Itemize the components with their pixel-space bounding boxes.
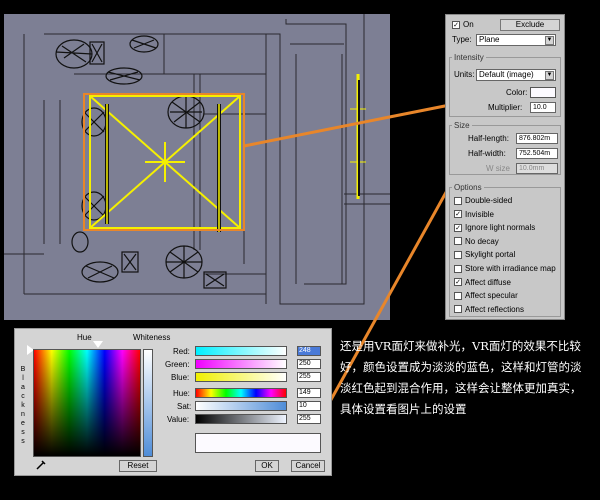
exclude-button[interactable]: Exclude [500,19,560,31]
color-label: Color: [506,88,528,97]
color-swatch[interactable] [530,87,556,98]
blue-slider[interactable] [195,372,287,382]
option-label: Ignore light normals [465,223,536,233]
option-label: Double-sided [465,196,513,205]
blue-label: Blue: [171,373,190,382]
units-dropdown[interactable]: Default (image) ▼ [476,69,556,81]
w-size-label: W size [486,164,510,173]
option-checkbox[interactable]: ✓ [454,223,462,232]
sat-input[interactable]: 10 [297,401,321,411]
type-label: Type: [452,35,472,44]
half-length-label: Half-length: [468,134,509,143]
w-size-input: 10.0mm [516,163,558,174]
hue-label: Hue [77,333,92,342]
light-parameters-panel: ✓ On Exclude Type: Plane ▼ Intensity Uni… [445,14,565,320]
whiteness-label: Whiteness [133,333,171,342]
option-checkbox[interactable]: ✓ [454,210,462,219]
chevron-down-icon: ▼ [545,71,554,80]
on-checkbox[interactable]: ✓ [452,20,460,29]
option-checkbox[interactable] [454,196,462,205]
type-dropdown[interactable]: Plane ▼ [476,34,556,46]
blue-input[interactable]: 255 [297,372,321,382]
color-picker-dialog: Hue Whiteness Blackness Red: 248 Green: … [14,328,332,476]
option-invisible[interactable]: ✓ Invisible [454,210,494,219]
option-ignore-light-normals[interactable]: ✓ Ignore light normals [454,223,535,232]
green-label: Green: [165,360,190,369]
option-affect-specular[interactable]: Affect specular [454,291,518,300]
option-checkbox[interactable] [454,305,462,314]
option-affect-reflections[interactable]: Affect reflections [454,305,524,314]
hue-input[interactable]: 149 [297,388,321,398]
half-width-label: Half-width: [468,149,506,158]
option-double-sided[interactable]: Double-sided [454,196,512,205]
option-no-decay[interactable]: No decay [454,237,499,246]
red-input[interactable]: 248 [297,346,321,356]
options-title: Options [452,183,484,192]
half-width-input[interactable]: 752.504m [516,148,558,159]
caption-text: 还是用VR面灯来做补光，VR面灯的效果不比较好，颜色设置成为淡淡的蓝色，这样和灯… [340,339,582,416]
red-slider[interactable] [195,346,287,356]
hue-row-label: Hue: [173,389,190,398]
option-label: Invisible [465,209,494,219]
whiteness-bar[interactable] [143,349,153,457]
option-checkbox[interactable] [454,250,462,259]
option-checkbox[interactable] [454,264,462,273]
option-checkbox[interactable] [454,237,462,246]
eyedropper-icon[interactable] [35,459,47,471]
hue-slider[interactable] [195,388,287,398]
option-label: Affect specular [465,291,518,301]
hue-blackness-spectrum[interactable] [33,349,141,457]
green-slider[interactable] [195,359,287,369]
ok-button[interactable]: OK [255,460,279,472]
option-label: Skylight portal [465,250,516,260]
hue-marker-icon[interactable] [93,341,103,348]
option-label: Store with irradiance map [465,264,556,273]
value-input[interactable]: 255 [297,414,321,424]
sat-label: Sat: [177,402,192,411]
half-length-input[interactable]: 876.802m [516,133,558,144]
cancel-button[interactable]: Cancel [291,460,325,472]
red-label: Red: [173,347,190,356]
intensity-title: Intensity [452,53,486,62]
color-preview-swatch [195,433,321,453]
on-toggle[interactable]: ✓ On [452,20,474,29]
reset-button[interactable]: Reset [119,460,157,472]
option-label: Affect reflections [465,304,524,314]
chevron-down-icon: ▼ [545,36,554,45]
option-skylight-portal[interactable]: Skylight portal [454,250,515,259]
option-checkbox[interactable]: ✓ [454,278,462,287]
sat-slider[interactable] [195,401,287,411]
option-store-with-irradiance-map[interactable]: Store with irradiance map [454,264,556,273]
value-slider[interactable] [195,414,287,424]
multiplier-label: Multiplier: [488,103,523,112]
option-checkbox[interactable] [454,291,462,300]
size-title: Size [452,121,472,130]
green-input[interactable]: 250 [297,359,321,369]
units-label: Units: [454,70,475,79]
option-label: Affect diffuse [465,277,511,287]
value-label: Value: [167,415,190,424]
option-label: No decay [465,236,499,246]
option-affect-diffuse[interactable]: ✓ Affect diffuse [454,278,511,287]
multiplier-input[interactable]: 10.0 [530,102,556,113]
blackness-label: Blackness [20,366,26,445]
